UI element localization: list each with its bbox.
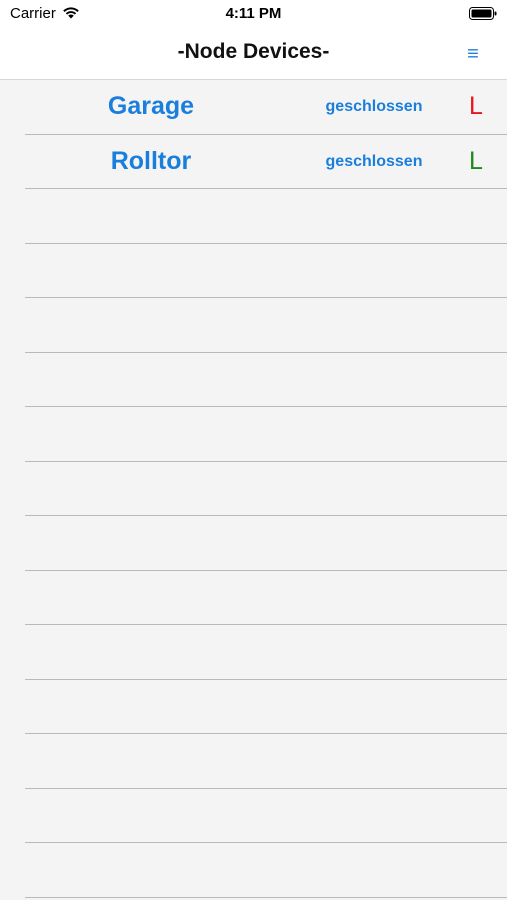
battery-icon [469,7,497,20]
device-state[interactable]: geschlossen [300,153,448,171]
empty-row [0,571,507,626]
empty-row [0,462,507,517]
device-row[interactable]: Garage geschlossen L [0,80,507,135]
empty-row [0,625,507,680]
empty-row [0,244,507,299]
empty-row [0,298,507,353]
empty-row [0,843,507,898]
empty-row [0,680,507,735]
empty-row [0,516,507,571]
device-row[interactable]: Rolltor geschlossen L [0,135,507,190]
device-name[interactable]: Garage [50,92,252,121]
empty-row [0,353,507,408]
navigation-bar: -Node Devices- ≡ [0,30,507,80]
empty-row [0,789,507,844]
device-state[interactable]: geschlossen [300,98,448,116]
empty-row [0,407,507,462]
empty-row [0,734,507,789]
device-indicator[interactable]: L [458,92,494,121]
menu-button[interactable]: ≡ [461,42,485,66]
status-time: 4:11 PM [225,5,282,22]
menu-icon: ≡ [467,42,479,65]
device-list: Garage geschlossen L Rolltor geschlossen L [0,80,507,898]
status-bar: Carrier 4:11 PM [0,0,507,30]
device-indicator[interactable]: L [458,147,494,176]
empty-row [0,189,507,244]
device-name[interactable]: Rolltor [50,147,252,176]
page-title: -Node Devices- [177,40,330,63]
